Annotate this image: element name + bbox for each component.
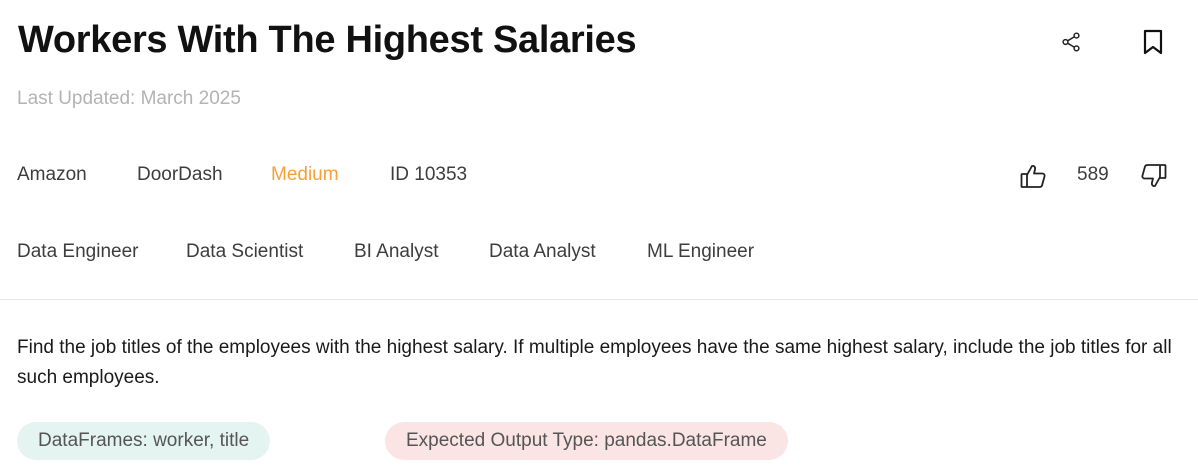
upvote-button[interactable] — [1018, 161, 1048, 191]
thumbs-down-icon — [1141, 164, 1167, 187]
downvote-button[interactable] — [1139, 161, 1169, 191]
company-tag-amazon[interactable]: Amazon — [17, 162, 87, 188]
role-tag-data-engineer[interactable]: Data Engineer — [17, 239, 138, 265]
role-tag-bi-analyst[interactable]: BI Analyst — [354, 239, 439, 265]
question-page: Workers With The Highest Salaries Last U… — [0, 0, 1198, 471]
bookmark-button[interactable] — [1138, 26, 1168, 58]
share-icon — [1062, 32, 1080, 52]
bookmark-icon — [1143, 29, 1163, 55]
difficulty-badge: Medium — [271, 164, 339, 185]
page-title: Workers With The Highest Salaries — [18, 19, 637, 61]
dataframes-chip: DataFrames: worker, title — [17, 422, 271, 460]
role-tag-data-analyst[interactable]: Data Analyst — [489, 239, 596, 265]
section-divider — [0, 299, 1198, 300]
question-id: ID 10353 — [390, 164, 468, 185]
company-tag-doordash[interactable]: DoorDash — [137, 162, 223, 188]
role-tag-ml-engineer[interactable]: ML Engineer — [647, 239, 754, 265]
vote-count: 589 — [1077, 164, 1109, 185]
expected-output-chip: Expected Output Type: pandas.DataFrame — [385, 422, 788, 460]
last-updated: Last Updated: March 2025 — [17, 88, 241, 109]
share-button[interactable] — [1056, 27, 1086, 57]
role-tag-data-scientist[interactable]: Data Scientist — [186, 239, 303, 265]
thumbs-up-icon — [1020, 165, 1046, 188]
question-description: Find the job titles of the employees wit… — [17, 337, 1172, 388]
